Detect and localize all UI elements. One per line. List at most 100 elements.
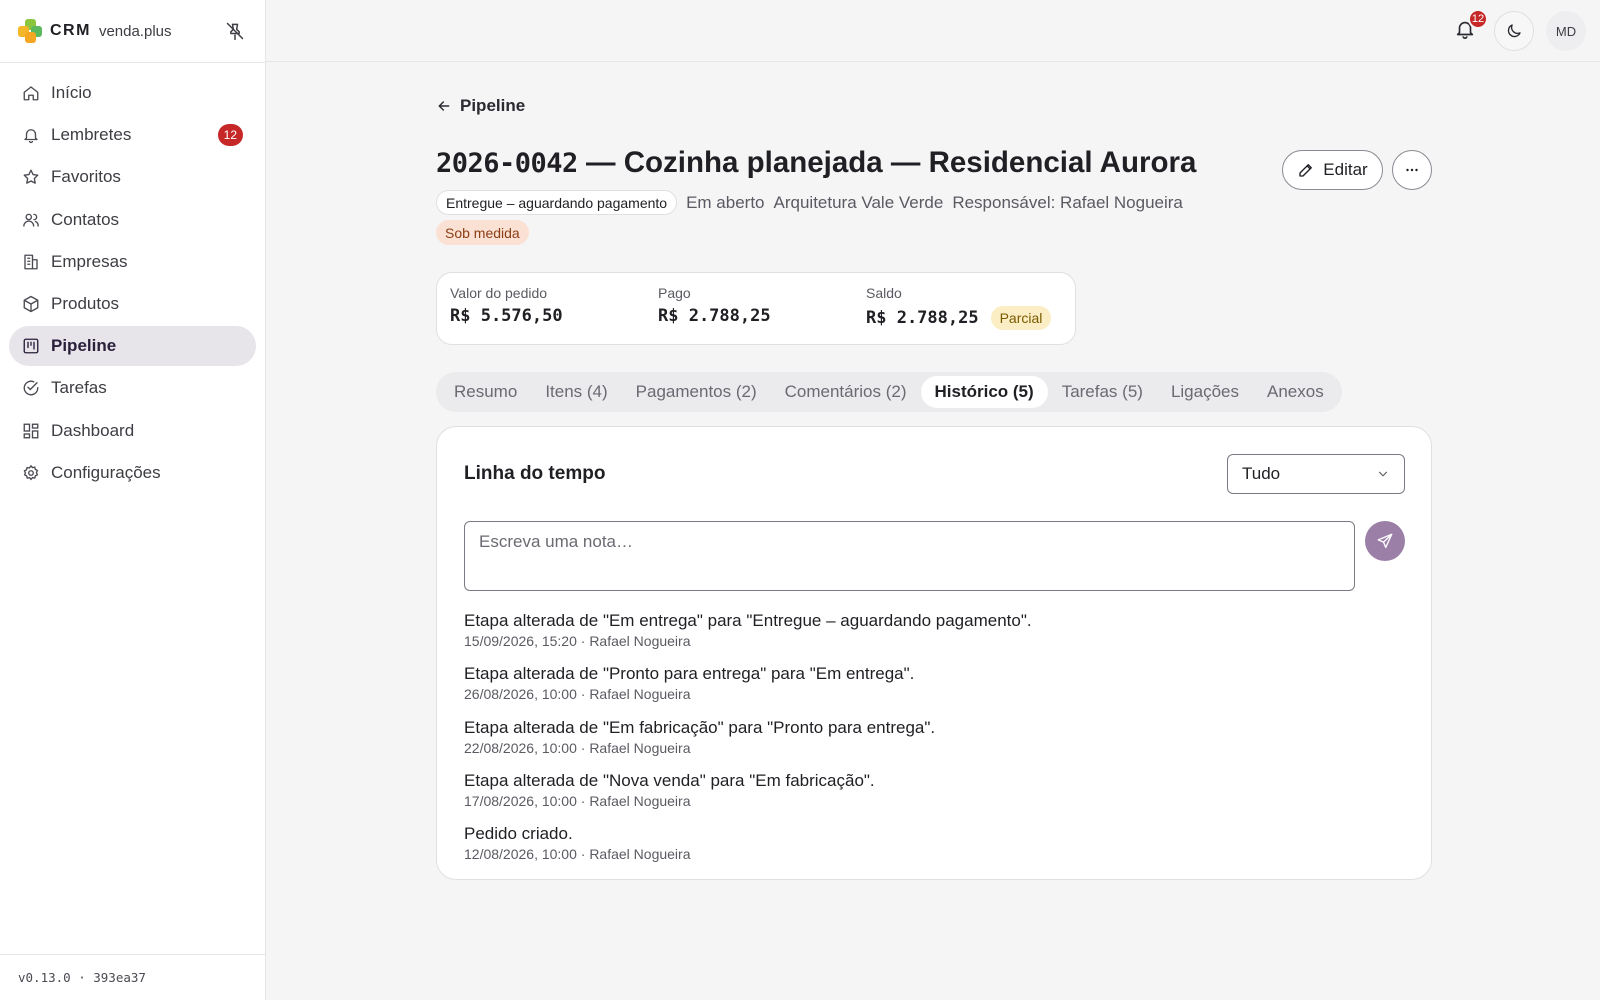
sidebar-item-pipeline[interactable]: Pipeline <box>9 326 256 367</box>
brand-name: CRM <box>50 22 91 39</box>
balance-status-badge: Parcial <box>990 306 1052 330</box>
tab-comentarios[interactable]: Comentários (2) <box>771 376 921 408</box>
bell-icon <box>22 126 40 144</box>
sidebar-item-inicio[interactable]: Início <box>9 73 256 113</box>
timeline-filter-select[interactable]: Tudo <box>1227 454 1405 494</box>
sidebar-item-label: Tarefas <box>51 378 107 398</box>
note-input[interactable] <box>464 521 1355 591</box>
edit-button-label: Editar <box>1323 160 1368 179</box>
event-text: Pedido criado. <box>464 824 573 844</box>
sidebar-item-label: Contatos <box>51 209 120 229</box>
pencil-icon <box>1299 164 1313 177</box>
sidebar-item-label: Configurações <box>51 462 161 482</box>
paid-block: Pago R$ 2.788,25 <box>658 285 771 326</box>
pin-off-icon <box>226 22 244 41</box>
sidebar-item-label: Empresas <box>51 251 128 271</box>
sidebar-item-label: Início <box>51 83 92 102</box>
sidebar: CRM venda.plus Início Lembretes 12 Favor… <box>0 0 266 1000</box>
moon-icon <box>1507 24 1521 38</box>
edit-button[interactable]: Editar <box>1282 150 1383 190</box>
package-icon <box>22 295 40 313</box>
brand-header: CRM venda.plus <box>0 0 265 63</box>
page-title: 2026-0042 — Cozinha planejada — Residenc… <box>436 146 1196 180</box>
order-title: — Cozinha planejada — Residencial Aurora <box>577 146 1197 179</box>
event-meta: 15/09/2026, 15:20 · Rafael Nogueira <box>464 633 691 649</box>
home-icon <box>22 84 40 102</box>
tab-anexos[interactable]: Anexos <box>1253 376 1338 408</box>
arrow-left-icon <box>438 101 450 111</box>
tab-resumo[interactable]: Resumo <box>440 376 531 408</box>
sidebar-item-label: Favoritos <box>51 167 121 187</box>
send-icon <box>1377 533 1393 549</box>
sidebar-item-label: Pipeline <box>51 336 117 356</box>
building-icon <box>22 253 40 271</box>
paid-label: Pago <box>658 285 691 301</box>
paid-value: R$ 2.788,25 <box>658 306 771 326</box>
sidebar-item-label: Dashboard <box>51 420 135 440</box>
timeline-event: Etapa alterada de "Em entrega" para "Ent… <box>464 611 1032 664</box>
timeline-event: Pedido criado. 12/08/2026, 10:00 · Rafae… <box>464 824 1032 877</box>
event-text: Etapa alterada de "Em entrega" para "Ent… <box>464 611 1032 630</box>
event-text: Etapa alterada de "Pronto para entrega" … <box>464 664 915 684</box>
back-link-label: Pipeline <box>460 96 526 115</box>
tab-historico[interactable]: Histórico (5) <box>920 376 1048 408</box>
brand-logo-icon <box>18 19 42 43</box>
timeline-card: Linha do tempo Tudo Etapa alterada de "E… <box>436 426 1432 880</box>
sidebar-item-favoritos[interactable]: Favoritos <box>9 157 256 197</box>
topbar: 12 MD <box>266 0 1600 62</box>
order-value-block: Valor do pedido R$ 5.576,50 <box>450 285 563 326</box>
sidebar-item-configuracoes[interactable]: Configurações <box>9 453 256 493</box>
theme-toggle-button[interactable] <box>1494 11 1534 51</box>
tab-bar: Resumo Itens (4) Pagamentos (2) Comentár… <box>436 372 1342 412</box>
more-horizontal-icon <box>1406 168 1418 172</box>
order-value-label: Valor do pedido <box>450 285 548 301</box>
app-version: v0.13.0 · 393ea37 <box>0 954 266 1000</box>
order-code: 2026-0042 <box>436 148 578 179</box>
balance-value: R$ 2.788,25 Parcial <box>866 306 1052 330</box>
balance-block: Saldo R$ 2.788,25 Parcial <box>866 285 1052 330</box>
chevron-down-icon <box>1378 471 1388 477</box>
order-meta: Entregue – aguardando pagamento Em abert… <box>436 190 1192 215</box>
order-value: R$ 5.576,50 <box>450 306 563 326</box>
user-avatar[interactable]: MD <box>1546 11 1586 51</box>
stage-badge: Entregue – aguardando pagamento <box>436 190 678 215</box>
timeline-event: Etapa alterada de "Pronto para entrega" … <box>464 664 1032 717</box>
event-text: Etapa alterada de "Em fabricação" para "… <box>464 717 936 737</box>
sidebar-item-empresas[interactable]: Empresas <box>9 242 256 282</box>
users-icon <box>22 211 40 229</box>
paid-value-amount: R$ 2.788,25 <box>658 306 771 326</box>
tab-tarefas[interactable]: Tarefas (5) <box>1048 376 1157 408</box>
financial-summary: Valor do pedido R$ 5.576,50 Pago R$ 2.78… <box>436 272 1076 345</box>
timeline-filter-value: Tudo <box>1242 464 1281 483</box>
event-meta: 26/08/2026, 10:00 · Rafael Nogueira <box>464 686 691 703</box>
sidebar-item-tarefas[interactable]: Tarefas <box>9 368 256 408</box>
timeline-title: Linha do tempo <box>464 463 606 484</box>
event-meta: 17/08/2026, 10:00 · Rafael Nogueira <box>464 792 691 809</box>
notifications-count-badge: 12 <box>1468 9 1488 29</box>
unpin-sidebar-button[interactable] <box>223 19 247 43</box>
owner-text: Responsável: Rafael Nogueira <box>952 192 1183 212</box>
sidebar-item-produtos[interactable]: Produtos <box>9 284 256 324</box>
tab-ligacoes[interactable]: Ligações <box>1157 376 1253 408</box>
tab-pagamentos[interactable]: Pagamentos (2) <box>622 376 771 408</box>
timeline-event: Etapa alterada de "Em fabricação" para "… <box>464 718 1032 771</box>
more-actions-button[interactable] <box>1392 150 1432 190</box>
sidebar-item-lembretes[interactable]: Lembretes 12 <box>9 115 256 155</box>
status-text: Em aberto <box>686 192 765 212</box>
back-to-pipeline-link[interactable]: Pipeline <box>436 96 525 116</box>
sidebar-nav: Início Lembretes 12 Favoritos Contatos E… <box>0 63 265 505</box>
check-circle-icon <box>22 379 40 397</box>
reminders-count-badge: 12 <box>217 124 243 147</box>
star-icon <box>22 168 40 186</box>
sidebar-item-contatos[interactable]: Contatos <box>9 200 256 240</box>
sidebar-item-dashboard[interactable]: Dashboard <box>9 411 256 451</box>
company-text: Arquitetura Vale Verde <box>773 192 944 212</box>
send-note-button[interactable] <box>1365 521 1405 561</box>
balance-value-amount: R$ 2.788,25 <box>866 308 979 328</box>
tag-badge: Sob medida <box>436 220 529 245</box>
notifications-button[interactable]: 12 <box>1454 9 1488 42</box>
brand-subtitle: venda.plus <box>98 22 172 40</box>
timeline-event: Etapa alterada de "Nova venda" para "Em … <box>464 771 1032 824</box>
tab-itens[interactable]: Itens (4) <box>531 376 621 408</box>
balance-label: Saldo <box>866 285 902 301</box>
